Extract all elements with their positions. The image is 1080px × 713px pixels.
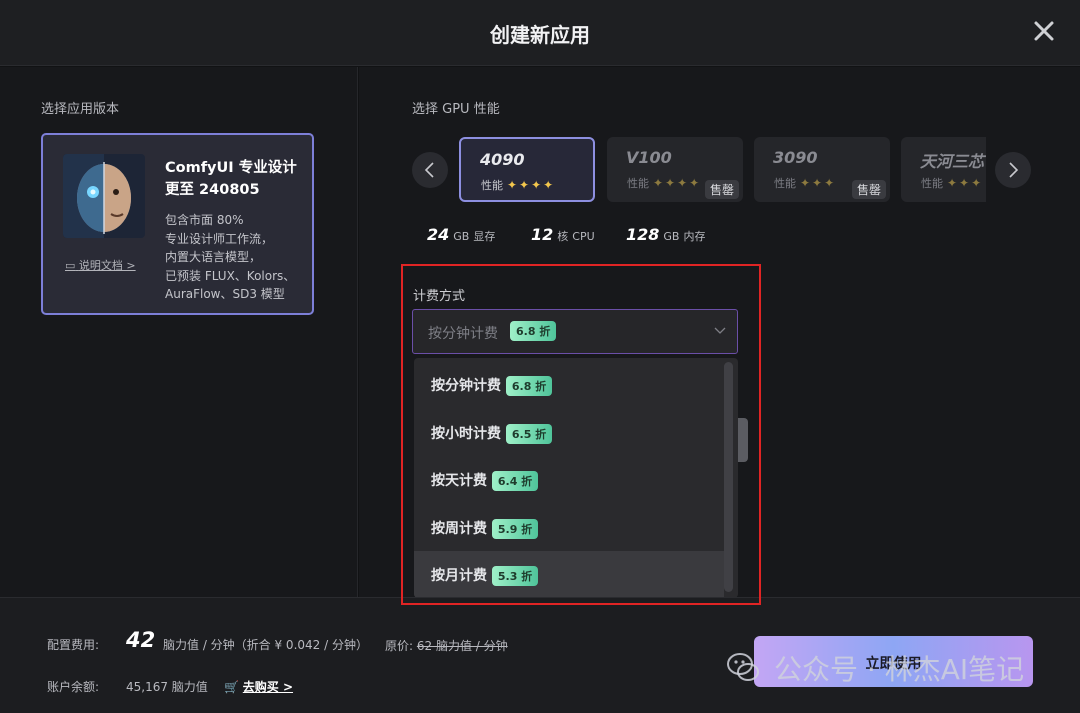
gpu-perf-label: 性能 [481,179,503,192]
version-title-line1: ComfyUI 专业设计 [165,160,297,176]
balance-value: 45,167 脑力值 [126,680,208,694]
chevron-left-icon [424,162,434,178]
billing-dropdown: 按分钟计费 6.8 折 按小时计费 6.5 折 按天计费 6.4 折 按周计费 … [414,358,738,598]
sold-out-badge: 售罄 [704,180,739,199]
cost-detail: 脑力值 / 分钟（折合 ¥ 0.042 / 分钟） [163,638,368,652]
billing-option-minute[interactable]: 按分钟计费 6.8 折 [414,361,724,408]
billing-option-month[interactable]: 按月计费 5.3 折 [414,551,724,598]
billing-selected-value: 按分钟计费 [428,326,498,342]
billing-option-week[interactable]: 按周计费 5.9 折 [414,504,724,551]
version-desc-line: 内置大语言模型， [165,250,262,264]
cost-label: 配置费用: [47,638,100,652]
buy-link[interactable]: 🛒 去购买 > [224,678,293,695]
discount-badge: 6.5 折 [505,424,553,444]
spec-label: 内存 [683,230,706,243]
gpu-carousel: 4090 性能 ✦✦✦✦ V100 性能 ✦✦✦✦ 售罄 3090 性能 ✦✦✦ 售罄… [458,136,986,204]
dialog-header: 创建新应用 [0,0,1080,66]
option-text: 按周计费 [431,521,487,537]
dropdown-scrollbar[interactable] [724,362,733,592]
cost-value: 42 [126,628,156,652]
version-title-line2: 更至 240805 [165,182,260,198]
gpu-name: 4090 [480,150,525,169]
star-icon: ✦✦✦ [800,176,837,190]
spec-unit: GB [663,230,680,243]
chevron-down-icon [714,327,726,334]
buy-link-label: 去购买 > [242,680,294,694]
doc-link[interactable]: ▭ 说明文档 > [65,257,136,273]
gpu-next-button[interactable] [995,152,1031,188]
gpu-card-tianhe[interactable]: 天河三芯 性能 ✦✦✦ [901,137,986,202]
close-icon[interactable] [1024,14,1064,50]
gpu-performance: 性能 ✦✦✦✦ [627,175,701,191]
gpu-perf-label: 性能 [921,177,943,190]
version-desc-line: 专业设计师工作流， [165,231,274,246]
version-desc-line: 已预装 FLUX、Kolors、 [165,268,296,283]
discount-badge: 6.4 折 [491,471,539,491]
billing-option-label: 按天计费 6.4 折 [431,470,539,491]
star-icon: ✦✦✦ [947,176,984,190]
star-icon: ✦✦✦✦ [653,176,702,190]
spec-unit: GB [453,230,470,243]
billing-option-label: 按分钟计费 6.8 折 [431,375,553,396]
spec-value: 128 [626,225,660,244]
spec-label: 显存 [473,230,496,243]
version-section-label: 选择应用版本 [41,102,120,117]
gpu-name: 3090 [773,148,818,167]
gpu-card-v100[interactable]: V100 性能 ✦✦✦✦ 售罄 [607,137,743,202]
gpu-name: V100 [626,148,672,167]
gpu-performance: 性能 ✦✦✦ [774,175,836,191]
original-price-value: 62 脑力值 / 分钟 [416,639,508,653]
billing-label: 计费方式 [413,289,466,304]
billing-select[interactable]: 按分钟计费 6.8 折 [412,309,738,354]
use-now-label: 立即使用 [865,656,922,672]
billing-option-label: 按周计费 5.9 折 [431,518,539,539]
gpu-name: 天河三芯 [920,152,985,171]
billing-option-label: 按小时计费 6.5 折 [431,423,553,444]
book-icon: ▭ [65,259,76,272]
spec-value: 12 [531,225,554,244]
option-text: 按月计费 [431,568,487,584]
cart-icon: 🛒 [224,680,239,694]
version-desc-line: AuraFlow、SD3 模型 [165,287,285,301]
billing-option-hour[interactable]: 按小时计费 6.5 折 [414,409,724,456]
version-title: ComfyUI 专业设计 更至 240805 [165,157,297,201]
spec-value: 24 [427,225,450,244]
option-text: 按小时计费 [431,426,501,442]
billing-option-label: 按月计费 5.3 折 [431,565,539,586]
chevron-right-icon [1009,162,1019,178]
spec-label: CPU [572,230,595,243]
gpu-performance: 性能 ✦✦✦ [921,175,983,191]
discount-badge: 6.8 折 [505,376,553,396]
original-price: 原价: 62 脑力值 / 分钟 [385,637,508,654]
gpu-section-label: 选择 GPU 性能 [412,102,500,117]
doc-link-label: 说明文档 > [78,259,136,272]
gpu-performance: 性能 ✦✦✦✦ [481,177,555,193]
version-description: 包含市面 80% 专业设计师工作流， 内置大语言模型， 已预装 FLUX、Kol… [165,211,295,304]
original-price-label: 原价: [385,639,414,653]
gpu-perf-label: 性能 [627,177,649,190]
spec-memory: 128 GB 内存 [626,225,705,244]
billing-option-day[interactable]: 按天计费 6.4 折 [414,456,724,503]
gpu-prev-button[interactable] [412,152,448,188]
balance-label: 账户余额: [47,680,100,694]
discount-badge: 5.3 折 [491,566,539,586]
version-thumbnail [63,154,145,238]
spec-unit: 核 [557,230,569,243]
use-now-button[interactable]: 立即使用 [754,636,1033,687]
star-icon: ✦✦✦✦ [507,178,556,192]
dialog-title: 创建新应用 [490,23,590,47]
gpu-perf-label: 性能 [774,177,796,190]
spec-vram: 24 GB 显存 [427,225,495,244]
option-text: 按天计费 [431,473,487,489]
version-desc-line: 包含市面 80% [165,213,244,227]
spec-cpu: 12 核 CPU [531,225,595,244]
discount-badge: 6.8 折 [510,321,557,341]
sold-out-badge: 售罄 [851,180,886,199]
panel-scroll-thumb[interactable] [738,418,748,462]
gpu-card-4090[interactable]: 4090 性能 ✦✦✦✦ [459,137,595,202]
option-text: 按分钟计费 [431,378,501,394]
version-card[interactable]: ▭ 说明文档 > ComfyUI 专业设计 更至 240805 包含市面 80%… [41,133,314,315]
discount-badge: 5.9 折 [491,519,539,539]
gpu-card-3090[interactable]: 3090 性能 ✦✦✦ 售罄 [754,137,890,202]
